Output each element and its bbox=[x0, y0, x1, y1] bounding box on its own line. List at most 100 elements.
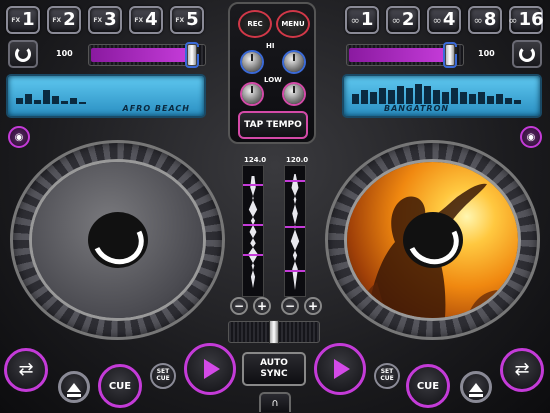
right-level-bars bbox=[352, 80, 521, 104]
left-hi-eq-knob[interactable] bbox=[242, 52, 262, 72]
reset-icon bbox=[15, 46, 31, 62]
record-icon: ◉ bbox=[14, 131, 24, 143]
dj-app: FX 1 FX 2 FX 3 FX 4 FX 5 ∞ 1 ∞ 2 ∞ 4 ∞ 8 ∞ 16 100 … bbox=[0, 0, 550, 413]
left-set-cue-button[interactable]: SET CUE bbox=[150, 363, 176, 389]
left-play-button[interactable] bbox=[184, 343, 236, 395]
right-jog-wheel[interactable] bbox=[325, 140, 540, 340]
left-cue-label: CUE bbox=[108, 380, 132, 392]
left-waveform-strip[interactable] bbox=[242, 165, 264, 297]
hi-eq-label: HI bbox=[266, 42, 275, 50]
left-loop-marker bbox=[243, 254, 263, 256]
right-waveform-strip[interactable] bbox=[284, 165, 306, 297]
tap-tempo-button[interactable]: TAP TEMPO bbox=[238, 111, 308, 139]
loop-4-button[interactable]: ∞ 4 bbox=[427, 6, 461, 34]
right-cue-label: CUE bbox=[416, 380, 440, 392]
headphone-cue-button[interactable]: ∩ bbox=[259, 392, 291, 412]
right-spindle bbox=[400, 208, 466, 272]
record-icon: ◉ bbox=[526, 131, 536, 143]
left-volume-slider[interactable] bbox=[88, 44, 206, 66]
link-icon: ∞ bbox=[350, 13, 360, 27]
right-swap-button[interactable]: ⇄ bbox=[500, 348, 544, 392]
right-cue-marker bbox=[285, 180, 305, 182]
left-volume-knob[interactable] bbox=[187, 44, 199, 66]
center-control-panel: REC MENU HI LOW TAP TEMPO bbox=[228, 2, 316, 144]
right-pitch-minus-button[interactable]: − bbox=[281, 297, 299, 315]
crossfader-knob[interactable] bbox=[269, 320, 279, 344]
right-deck-options-button[interactable]: ◉ bbox=[520, 126, 542, 148]
left-cue-button[interactable]: CUE bbox=[98, 364, 142, 408]
link-icon: ∞ bbox=[391, 13, 401, 27]
left-pitch-plus-button[interactable]: + bbox=[253, 297, 271, 315]
left-spindle bbox=[85, 208, 151, 272]
right-volume-knob[interactable] bbox=[445, 44, 457, 66]
left-eject-button[interactable] bbox=[58, 371, 90, 403]
loop-8-button[interactable]: ∞ 8 bbox=[468, 6, 502, 34]
right-volume-value: 100 bbox=[478, 49, 495, 58]
fx-number: 1 bbox=[22, 9, 35, 30]
left-swap-button[interactable]: ⇄ bbox=[4, 348, 48, 392]
link-icon: ∞ bbox=[508, 13, 518, 27]
loop-1-button[interactable]: ∞ 1 bbox=[345, 6, 379, 34]
left-track-name: AFRO BEACH bbox=[122, 104, 190, 113]
right-bpm: 120.0 bbox=[286, 156, 309, 164]
auto-sync-button[interactable]: AUTO SYNC bbox=[242, 352, 306, 386]
right-track-display: BANGATRON bbox=[342, 74, 542, 118]
left-deck-options-button[interactable]: ◉ bbox=[8, 126, 30, 148]
right-eject-button[interactable] bbox=[460, 371, 492, 403]
fx-prefix: FX bbox=[175, 16, 185, 24]
fx-2-button[interactable]: FX 2 bbox=[47, 6, 81, 34]
right-play-button[interactable] bbox=[314, 343, 366, 395]
loop-16-button[interactable]: ∞ 16 bbox=[508, 6, 544, 34]
loop-number: 2 bbox=[401, 9, 415, 30]
right-volume-slider[interactable] bbox=[346, 44, 464, 66]
headphone-icon: ∩ bbox=[271, 397, 279, 409]
fx-3-button[interactable]: FX 3 bbox=[88, 6, 122, 34]
right-set-cue-label: SET CUE bbox=[380, 368, 394, 382]
loop-number: 16 bbox=[518, 9, 544, 30]
swap-arrows-icon: ⇄ bbox=[514, 358, 530, 380]
loop-number: 4 bbox=[442, 9, 456, 30]
rec-button[interactable]: REC bbox=[238, 10, 272, 38]
fx-number: 2 bbox=[63, 9, 76, 30]
loop-2-button[interactable]: ∞ 2 bbox=[386, 6, 420, 34]
right-cue-button[interactable]: CUE bbox=[406, 364, 450, 408]
fx-prefix: FX bbox=[134, 16, 144, 24]
left-low-eq-knob[interactable] bbox=[242, 84, 262, 104]
right-hi-eq-knob[interactable] bbox=[284, 52, 304, 72]
right-low-eq-knob[interactable] bbox=[284, 84, 304, 104]
fx-4-button[interactable]: FX 4 bbox=[129, 6, 163, 34]
play-icon bbox=[334, 359, 350, 379]
link-icon: ∞ bbox=[432, 13, 442, 27]
left-waveform bbox=[248, 176, 258, 288]
left-level-bars bbox=[16, 80, 86, 104]
left-track-display: AFRO BEACH bbox=[6, 74, 206, 118]
left-jog-wheel[interactable] bbox=[10, 140, 225, 340]
left-bpm: 124.0 bbox=[244, 156, 267, 164]
right-pitch-plus-button[interactable]: + bbox=[304, 297, 322, 315]
fx-number: 4 bbox=[145, 9, 158, 30]
left-cue-marker bbox=[243, 184, 263, 186]
swap-arrows-icon: ⇄ bbox=[18, 358, 34, 380]
fx-number: 5 bbox=[186, 9, 199, 30]
eject-icon bbox=[469, 382, 483, 397]
fx-1-button[interactable]: FX 1 bbox=[6, 6, 40, 34]
right-reset-button[interactable] bbox=[512, 40, 542, 68]
left-volume-value: 100 bbox=[56, 49, 73, 58]
loop-number: 8 bbox=[483, 9, 497, 30]
reset-icon bbox=[519, 46, 535, 62]
left-pitch-minus-button[interactable]: − bbox=[230, 297, 248, 315]
left-set-cue-label: SET CUE bbox=[156, 368, 170, 382]
right-playhead-marker bbox=[285, 226, 305, 228]
fx-prefix: FX bbox=[93, 16, 103, 24]
auto-sync-label: AUTO SYNC bbox=[260, 358, 288, 379]
eject-icon bbox=[67, 382, 81, 397]
crossfader[interactable] bbox=[228, 320, 320, 344]
left-reset-button[interactable] bbox=[8, 40, 38, 68]
loop-number: 1 bbox=[360, 9, 374, 30]
left-playhead-marker bbox=[243, 224, 263, 226]
right-waveform bbox=[290, 174, 300, 290]
menu-button[interactable]: MENU bbox=[276, 10, 310, 38]
right-set-cue-button[interactable]: SET CUE bbox=[374, 363, 400, 389]
play-icon bbox=[204, 359, 220, 379]
fx-5-button[interactable]: FX 5 bbox=[170, 6, 204, 34]
